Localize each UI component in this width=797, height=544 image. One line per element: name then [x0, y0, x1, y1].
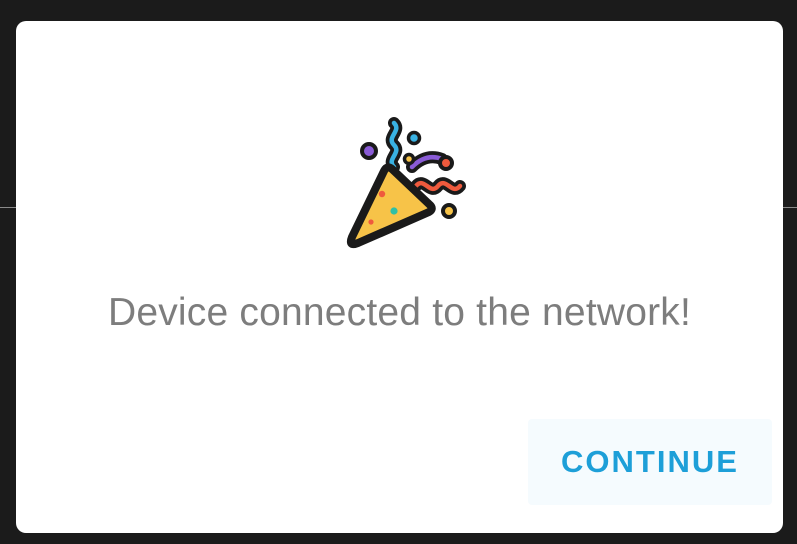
success-dialog: Device connected to the network! CONTINU…	[16, 21, 783, 533]
backdrop-divider-right	[783, 207, 797, 208]
party-popper-icon	[326, 101, 486, 261]
continue-button[interactable]: CONTINUE	[528, 419, 772, 505]
connection-success-message: Device connected to the network!	[107, 291, 692, 334]
backdrop-divider-left	[0, 207, 16, 208]
